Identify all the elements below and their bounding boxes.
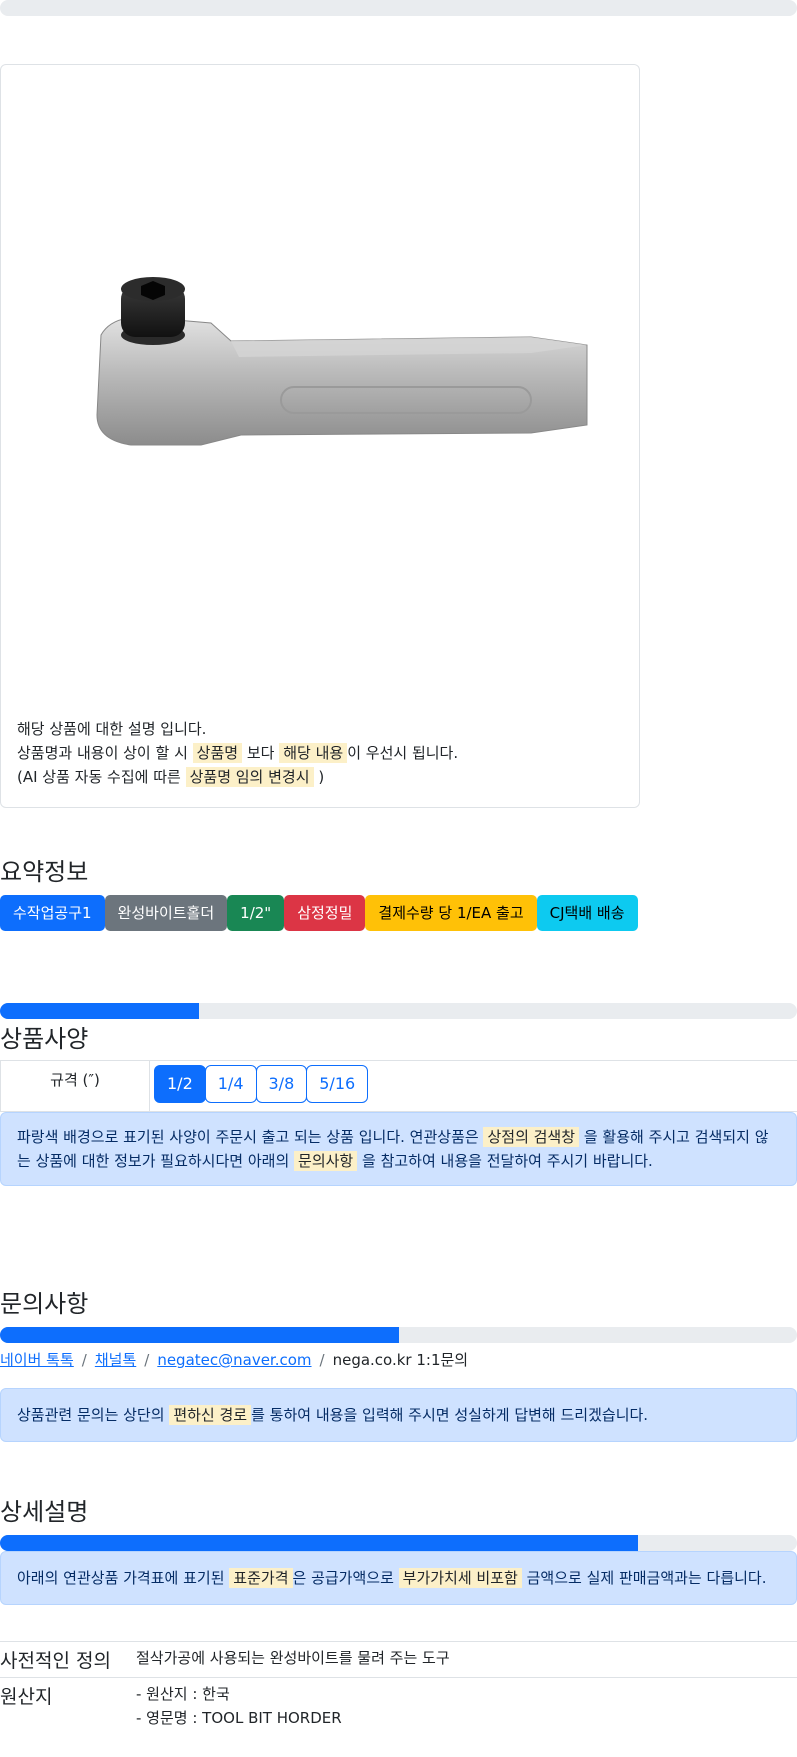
product-card: 해당 상품에 대한 설명 입니다. 상품명과 내용이 상이 할 시 상품명 보다… bbox=[0, 64, 640, 808]
detail-row-definition: 사전적인 정의 절삭가공에 사용되는 완성바이트를 물려 주는 도구 bbox=[0, 1642, 797, 1678]
detail-row-origin: 원산지 - 원산지 : 한국 - 영문명 : TOOL BIT HORDER bbox=[0, 1678, 797, 1734]
spec-option-3-8[interactable]: 3/8 bbox=[255, 1065, 308, 1103]
spec-options: 1/2 1/4 3/8 5/16 bbox=[150, 1061, 369, 1111]
highlight-vat-excluded: 부가가치세 비포함 bbox=[398, 1568, 522, 1588]
desc-line-2b: 보다 bbox=[246, 744, 275, 762]
summary-section: 요약정보 수작업공구1 완성바이트홀더 1/2" 삼정정밀 결제수량 당 1/E… bbox=[0, 852, 797, 931]
spec-alert-text-c: 을 참고하여 내용을 전달하여 주시기 바랍니다. bbox=[362, 1152, 653, 1170]
summary-badges: 수작업공구1 완성바이트홀더 1/2" 삼정정밀 결제수량 당 1/EA 출고 … bbox=[0, 895, 797, 931]
detail-section: 상세설명 아래의 연관상품 가격표에 표기된 표준가격 은 공급가액으로 부가가치… bbox=[0, 1492, 797, 1734]
spec-option-1-2[interactable]: 1/2 bbox=[154, 1065, 206, 1103]
definition-value: 절삭가공에 사용되는 완성바이트를 물려 주는 도구 bbox=[136, 1649, 450, 1667]
desc-line-1: 해당 상품에 대한 설명 입니다. bbox=[17, 720, 207, 738]
detail-progress bbox=[0, 1535, 797, 1551]
spec-alert-text-a: 파랑색 배경으로 표기된 사양이 주문시 출고 되는 상품 입니다. 연관상품은 bbox=[17, 1128, 479, 1146]
spec-title: 상품사양 bbox=[0, 1025, 89, 1053]
product-image bbox=[96, 277, 588, 446]
spec-alert: 파랑색 배경으로 표기된 사양이 주문시 출고 되는 상품 입니다. 연관상품은… bbox=[0, 1112, 797, 1186]
card-description: 해당 상품에 대한 설명 입니다. 상품명과 내용이 상이 할 시 상품명 보다… bbox=[17, 717, 458, 789]
highlight-standard-price: 표준가격 bbox=[229, 1568, 293, 1588]
inquiry-channels: 네이버 톡톡 / 채널톡 / negatec@naver.com / nega.co.kr … bbox=[0, 1349, 797, 1370]
link-channel-talk[interactable]: 채널톡 bbox=[95, 1351, 136, 1369]
inquiry-alert: 상품관련 문의는 상단의 편하신 경로 를 통하여 내용을 입력해 주시면 성실하… bbox=[0, 1388, 797, 1442]
badge-product-type: 완성바이트홀더 bbox=[104, 895, 228, 931]
highlight-inquiry: 문의사항 bbox=[294, 1151, 358, 1171]
origin-label: 원산지 bbox=[0, 1686, 53, 1708]
badge-category: 수작업공구1 bbox=[0, 895, 105, 931]
spec-table: 규격 (″) 1/2 1/4 3/8 5/16 bbox=[0, 1060, 797, 1112]
inquiry-title: 문의사항 bbox=[0, 1290, 89, 1318]
inquiry-progress bbox=[0, 1327, 797, 1343]
link-naver-talk[interactable]: 네이버 톡톡 bbox=[0, 1351, 74, 1369]
highlight-name-change: 상품명 임의 변경시 bbox=[185, 767, 314, 787]
page: 해당 상품에 대한 설명 입니다. 상품명과 내용이 상이 할 시 상품명 보다… bbox=[0, 0, 797, 1734]
badge-size: 1/2" bbox=[227, 895, 285, 931]
definition-label: 사전적인 정의 bbox=[0, 1650, 111, 1672]
detail-list: 사전적인 정의 절삭가공에 사용되는 완성바이트를 물려 주는 도구 원산지 -… bbox=[0, 1641, 797, 1734]
detail-alert-text-b: 은 공급가액으로 bbox=[292, 1569, 394, 1587]
highlight-search-box: 상점의 검색창 bbox=[483, 1127, 580, 1147]
badge-maker: 삼정정밀 bbox=[284, 895, 366, 931]
desc-line-3b: ) bbox=[318, 768, 325, 786]
detail-alert-text-a: 아래의 연관상품 가격표에 표기된 bbox=[17, 1569, 225, 1587]
spec-label: 규격 (″) bbox=[0, 1061, 150, 1111]
spec-progress bbox=[0, 1003, 797, 1019]
inquiry-alert-text-a: 상품관련 문의는 상단의 bbox=[17, 1406, 165, 1424]
spec-section: 상품사양 규격 (″) 1/2 1/4 3/8 5/16 파랑색 배경으로 표기… bbox=[0, 1003, 797, 1186]
summary-title: 요약정보 bbox=[0, 858, 89, 886]
origin-value: - 원산지 : 한국 - 영문명 : TOOL BIT HORDER bbox=[136, 1682, 342, 1730]
nega-inquiry: nega.co.kr 1:1문의 bbox=[332, 1351, 469, 1369]
highlight-convenient-route: 편하신 경로 bbox=[169, 1405, 252, 1425]
highlight-product-name: 상품명 bbox=[192, 743, 243, 763]
separator: / bbox=[81, 1351, 87, 1369]
origin-english-name: - 영문명 : TOOL BIT HORDER bbox=[136, 1709, 342, 1727]
inquiry-section: 문의사항 네이버 톡톡 / 채널톡 / negatec@naver.com / nega.c… bbox=[0, 1284, 797, 1442]
origin-country: - 원산지 : 한국 bbox=[136, 1685, 230, 1703]
link-email[interactable]: negatec@naver.com bbox=[157, 1351, 311, 1369]
highlight-content: 해당 내용 bbox=[279, 743, 348, 763]
spec-option-1-4[interactable]: 1/4 bbox=[204, 1065, 257, 1103]
inquiry-alert-text-b: 를 통하여 내용을 입력해 주시면 성실하게 답변해 드리겠습니다. bbox=[251, 1406, 649, 1424]
desc-line-2a: 상품명과 내용이 상이 할 시 bbox=[17, 744, 188, 762]
detail-title: 상세설명 bbox=[0, 1498, 89, 1526]
desc-line-3a: (AI 상품 자동 수집에 따른 bbox=[17, 768, 181, 786]
badge-quantity: 결제수량 당 1/EA 출고 bbox=[365, 895, 537, 931]
desc-line-2c: 이 우선시 됩니다. bbox=[347, 744, 459, 762]
spec-option-5-16[interactable]: 5/16 bbox=[306, 1065, 369, 1103]
separator: / bbox=[319, 1351, 325, 1369]
top-progress bbox=[0, 0, 797, 16]
detail-alert: 아래의 연관상품 가격표에 표기된 표준가격 은 공급가액으로 부가가치세 비포함… bbox=[0, 1551, 797, 1605]
separator: / bbox=[144, 1351, 150, 1369]
detail-alert-text-c: 금액으로 실제 판매금액과는 다릅니다. bbox=[526, 1569, 767, 1587]
badge-shipping: CJ택배 배송 bbox=[536, 895, 638, 931]
